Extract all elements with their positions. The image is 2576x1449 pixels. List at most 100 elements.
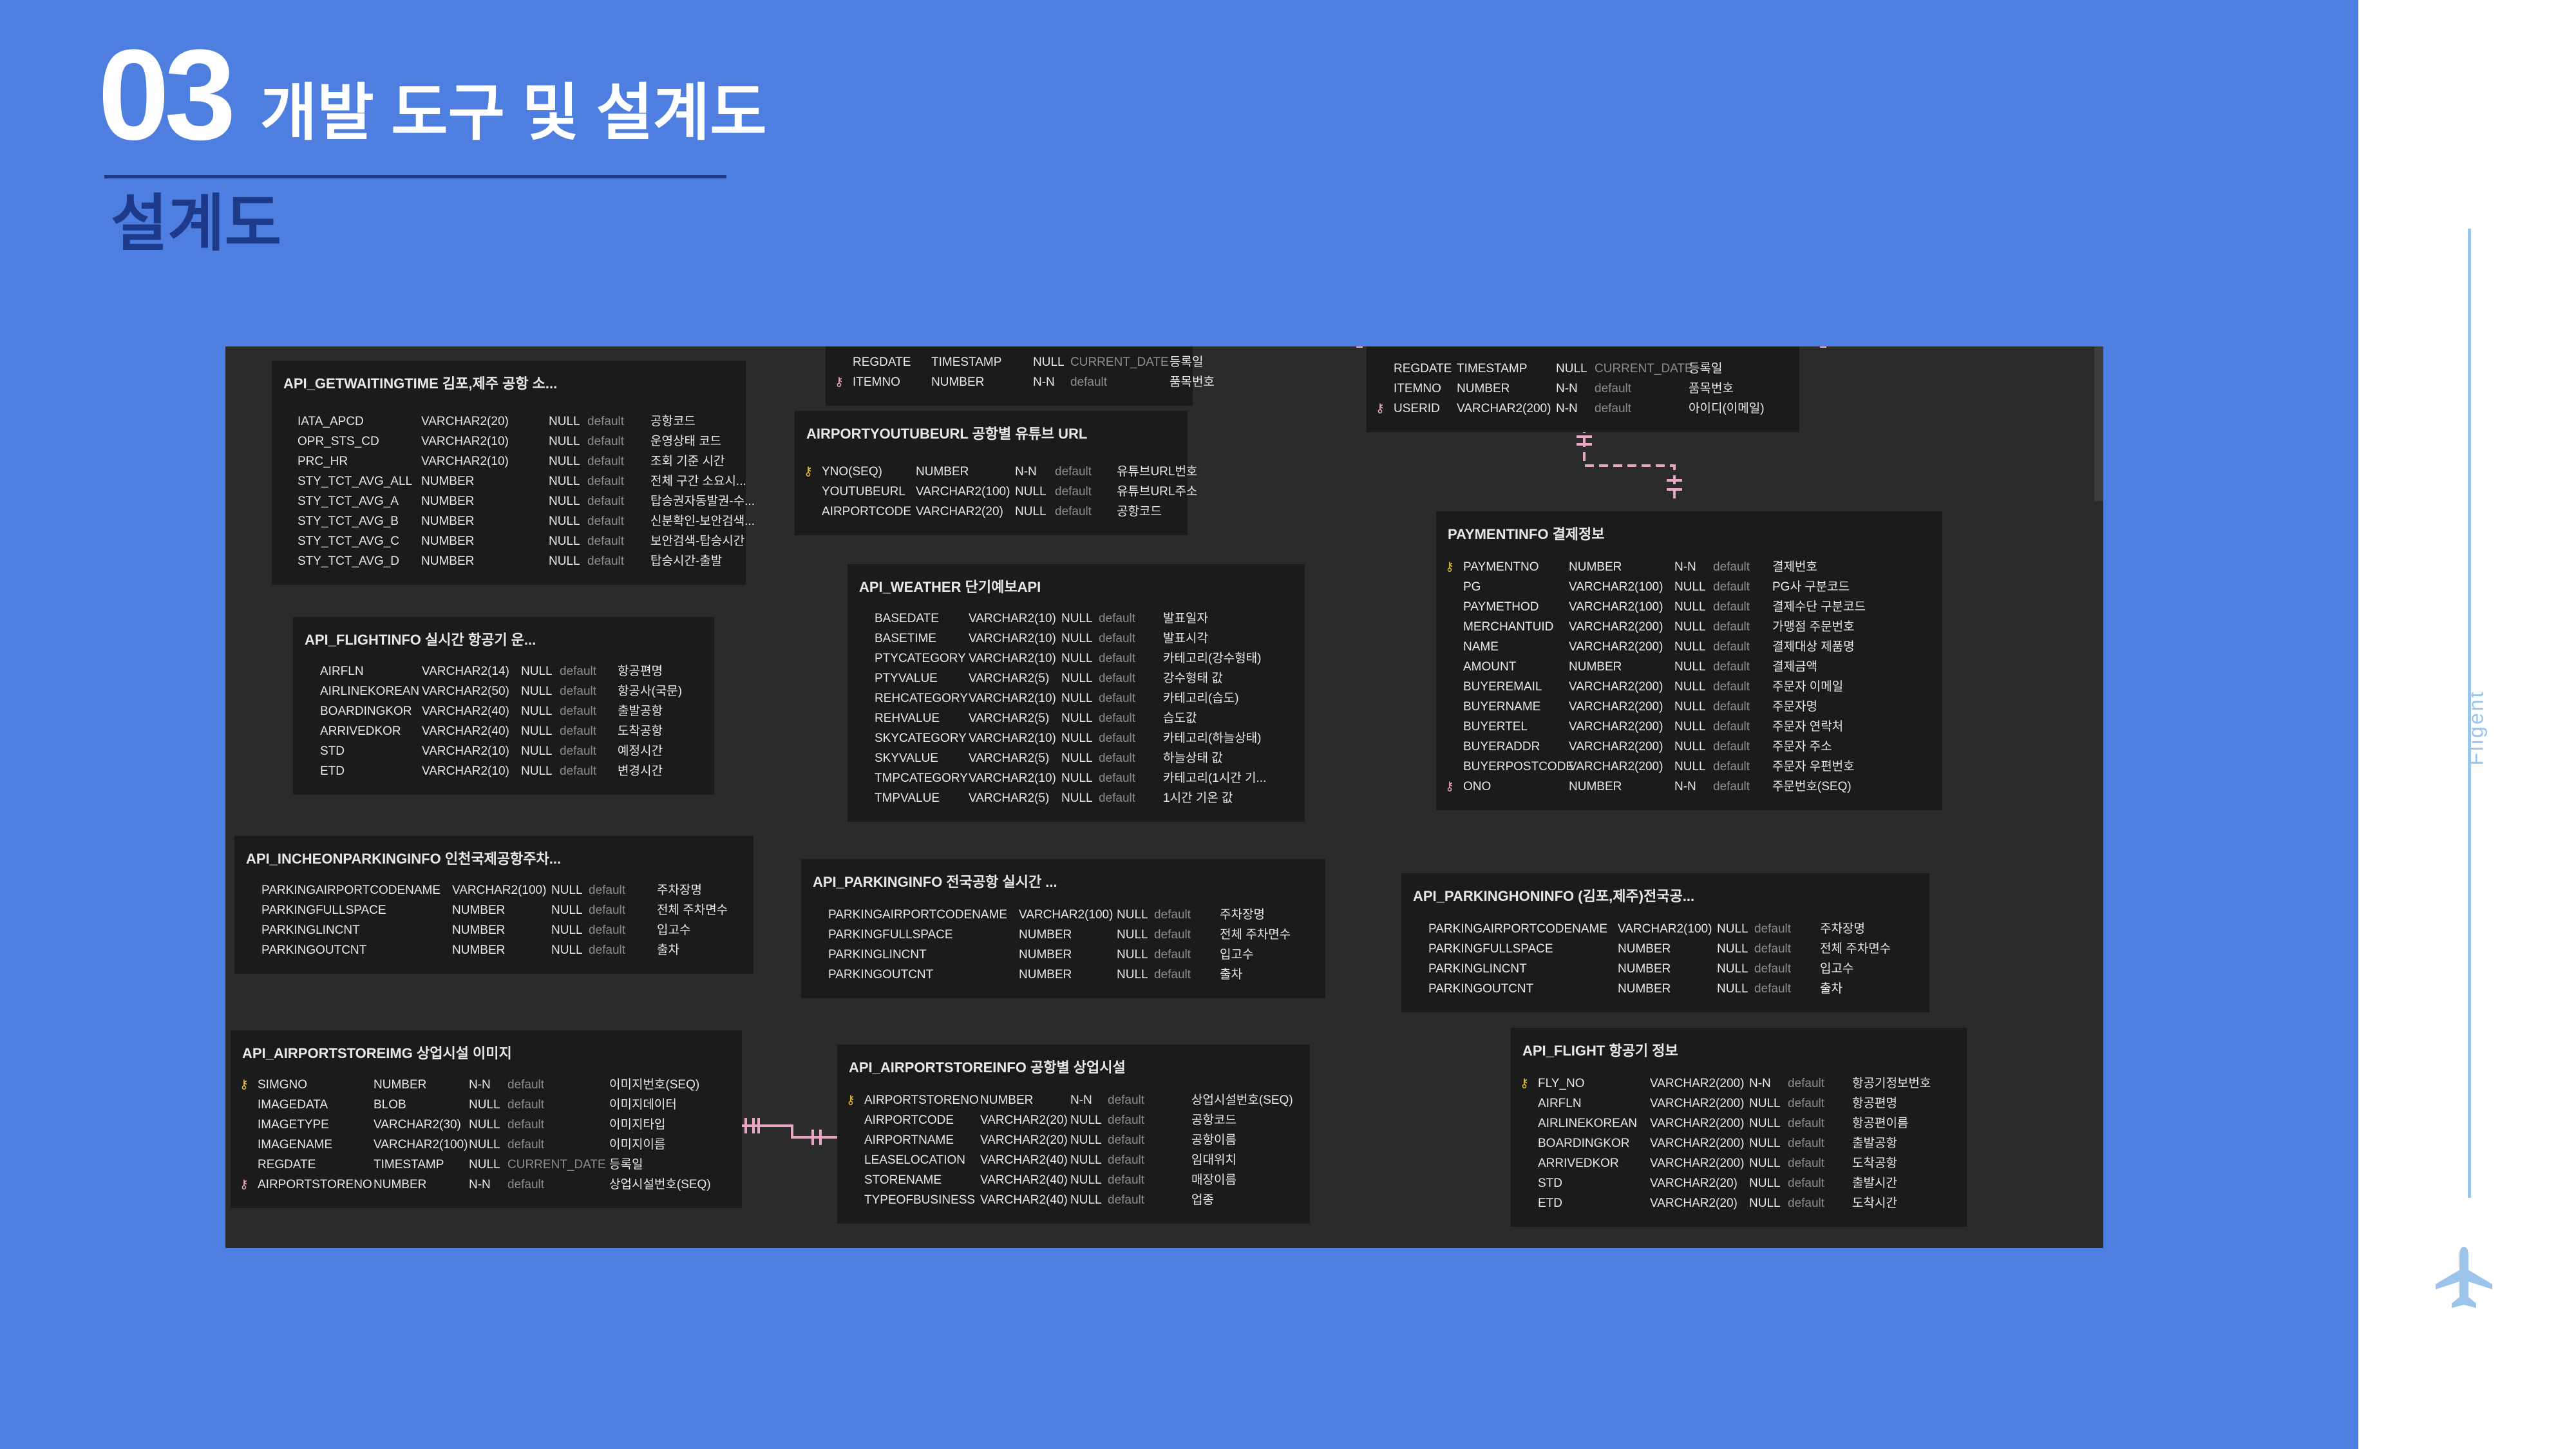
relation-line-payment bbox=[1583, 424, 1676, 501]
table-row[interactable]: ARRIVEDKOR VARCHAR2(200) NULL default 도착공항 bbox=[1511, 1154, 1967, 1173]
column-comment: 매장이름 bbox=[1191, 1173, 1236, 1187]
table-row[interactable]: ARRIVEDKOR VARCHAR2(40) NULL default 도착공항 bbox=[293, 722, 714, 741]
erd-table[interactable]: REGDATE TIMESTAMP NULL CURRENT_DATE 등록일 ITEMN… bbox=[1367, 346, 1799, 432]
table-row[interactable]: AIRLINEKOREAN VARCHAR2(200) NULL default 항공편… bbox=[1511, 1114, 1967, 1133]
table-row[interactable]: AIRPORTCODE VARCHAR2(20) NULL default 공항코드 bbox=[837, 1111, 1310, 1130]
table-row[interactable]: IMAGENAME VARCHAR2(100) NULL default 이미지이름 bbox=[231, 1135, 742, 1155]
erd-table[interactable]: API_AIRPORTSTOREIMG 상업시설 이미지 ⚷ SIMGNO NUMBE… bbox=[231, 1030, 742, 1208]
table-row[interactable]: PARKINGOUTCNT NUMBER NULL default 출차 bbox=[801, 965, 1325, 985]
column-type: VARCHAR2(100) bbox=[1569, 580, 1663, 594]
column-name: PARKINGOUTCNT bbox=[1428, 982, 1534, 996]
table-row[interactable]: BUYERNAME VARCHAR2(200) NULL default 주문자명 bbox=[1436, 697, 1942, 717]
table-row[interactable]: PARKINGLINCNT NUMBER NULL default 입고수 bbox=[1401, 960, 1929, 979]
table-row[interactable]: NAME VARCHAR2(200) NULL default 결제대상 제품명 bbox=[1436, 638, 1942, 657]
table-row[interactable]: AIRFLN VARCHAR2(14) NULL default 항공편명 bbox=[293, 662, 714, 681]
erd-diagram[interactable]: API_GETWAITINGTIME 김포,제주 공항 소... IATA_APC… bbox=[225, 346, 2103, 1248]
table-row[interactable]: AIRFLN VARCHAR2(200) NULL default 항공편명 bbox=[1511, 1094, 1967, 1113]
table-row[interactable]: PARKINGFULLSPACE NUMBER NULL default 전체 주차면수 bbox=[801, 925, 1325, 945]
table-row[interactable]: BUYEREMAIL VARCHAR2(200) NULL default 주문자 이메… bbox=[1436, 677, 1942, 697]
table-row[interactable]: IATA_APCD VARCHAR2(20) NULL default 공항코드 bbox=[272, 412, 746, 431]
table-row[interactable]: PARKINGAIRPORTCODENAME VARCHAR2(100) NULL d… bbox=[1401, 920, 1929, 939]
table-row[interactable]: BUYERADDR VARCHAR2(200) NULL default 주문자 주소 bbox=[1436, 737, 1942, 757]
erd-table[interactable]: AIRPORTYOUTUBEURL 공항별 유튜브 URL ⚷ YNO(SEQ) NU… bbox=[795, 411, 1197, 535]
table-row[interactable]: ITEMNO NUMBER N-N default 품목번호 bbox=[1367, 379, 1799, 399]
table-row[interactable]: ETD VARCHAR2(20) NULL default 도착시간 bbox=[1511, 1194, 1967, 1213]
diagram-scrollbar[interactable] bbox=[2094, 346, 2103, 501]
table-row[interactable]: STD VARCHAR2(10) NULL default 예정시간 bbox=[293, 742, 714, 761]
table-row[interactable]: STY_TCT_AVG_D NUMBER NULL default 탑승시간-출발 bbox=[272, 552, 746, 571]
table-row[interactable]: STORENAME VARCHAR2(40) NULL default 매장이름 bbox=[837, 1171, 1310, 1190]
table-row[interactable]: PARKINGOUTCNT NUMBER NULL default 출차 bbox=[234, 941, 753, 960]
table-row[interactable]: BUYERPOSTCODE VARCHAR2(200) NULL default 주문자… bbox=[1436, 757, 1942, 777]
table-row[interactable]: ETD VARCHAR2(10) NULL default 변경시간 bbox=[293, 762, 714, 781]
table-row[interactable]: AIRPORTNAME VARCHAR2(20) NULL default 공항이름 bbox=[837, 1131, 1310, 1150]
table-row[interactable]: LEASELOCATION VARCHAR2(40) NULL default 임대위치 bbox=[837, 1151, 1310, 1170]
table-row[interactable]: TYPEOFBUSINESS VARCHAR2(40) NULL default 업종 bbox=[837, 1191, 1310, 1210]
table-row[interactable]: PARKINGLINCNT NUMBER NULL default 입고수 bbox=[234, 921, 753, 940]
table-row[interactable]: ⚷ FLY_NO VARCHAR2(200) N-N default 항공기정보번호 bbox=[1511, 1074, 1967, 1094]
table-row[interactable]: REGDATE TIMESTAMP NULL CURRENT_DATE 등록일 bbox=[231, 1155, 742, 1175]
erd-table[interactable]: API_WEATHER 단기예보API BASEDATE VARCHAR2(10) N… bbox=[848, 564, 1305, 822]
table-row[interactable]: ⚷ PAYMENTNO NUMBER N-N default 결제번호 bbox=[1436, 558, 1942, 577]
column-name: NAME bbox=[1463, 640, 1499, 654]
table-row[interactable]: SKYCATEGORY VARCHAR2(10) NULL default 카테고리(하… bbox=[848, 729, 1305, 748]
table-row[interactable]: PARKINGAIRPORTCODENAME VARCHAR2(100) NULL d… bbox=[234, 881, 753, 900]
table-row[interactable]: MERCHANTUID VARCHAR2(200) NULL default 가맹점 주… bbox=[1436, 618, 1942, 637]
table-row[interactable]: OPR_STS_CD VARCHAR2(10) NULL default 운영상태 코드 bbox=[272, 432, 746, 451]
erd-table[interactable]: REGDATE TIMESTAMP NULL CURRENT_DATE 등록일 ⚷ ITEM… bbox=[826, 346, 1215, 406]
table-row[interactable]: AMOUNT NUMBER NULL default 결제금액 bbox=[1436, 658, 1942, 677]
table-row[interactable]: BASETIME VARCHAR2(10) NULL default 발표시각 bbox=[848, 629, 1305, 649]
table-row[interactable]: STY_TCT_AVG_B NUMBER NULL default 신분확인-보안검색.… bbox=[272, 512, 755, 531]
table-row[interactable]: PRC_HR VARCHAR2(10) NULL default 조회 기준 시간 bbox=[272, 452, 746, 471]
table-row[interactable]: ⚷ SIMGNO NUMBER N-N default 이미지번호(SEQ) bbox=[231, 1075, 742, 1095]
table-row[interactable]: YOUTUBEURL VARCHAR2(100) NULL default 유튜브URL… bbox=[795, 482, 1197, 502]
table-row[interactable]: PARKINGAIRPORTCODENAME VARCHAR2(100) NULL d… bbox=[801, 905, 1325, 925]
table-row[interactable]: AIRPORTCODE VARCHAR2(20) NULL default 공항코드 bbox=[795, 502, 1188, 522]
table-row[interactable]: ⚷ USERID VARCHAR2(200) N-N default 아이디(이메일) bbox=[1367, 399, 1799, 419]
column-type: VARCHAR2(10) bbox=[422, 764, 509, 778]
table-row[interactable]: STD VARCHAR2(20) NULL default 출발시간 bbox=[1511, 1174, 1967, 1193]
erd-table[interactable]: PAYMENTINFO 결제정보 ⚷ PAYMENTNO NUMBER N-N defau… bbox=[1436, 511, 1942, 810]
erd-table[interactable]: API_FLIGHT 항공기 정보 ⚷ FLY_NO VARCHAR2(200) N-N… bbox=[1511, 1028, 1967, 1227]
erd-table[interactable]: API_AIRPORTSTOREINFO 공항별 상업시설 ⚷ AIRPORTSTO… bbox=[837, 1045, 1310, 1224]
table-row[interactable]: PTYCATEGORY VARCHAR2(10) NULL default 카테고리(강… bbox=[848, 649, 1305, 668]
table-row[interactable]: STY_TCT_AVG_A NUMBER NULL default 탑승권자동발권-수.… bbox=[272, 492, 755, 511]
table-row[interactable]: AIRLINEKOREAN VARCHAR2(50) NULL default 항공사(… bbox=[293, 682, 714, 701]
table-row[interactable]: TMPVALUE VARCHAR2(5) NULL default 1시간 기온 값 bbox=[848, 789, 1305, 808]
table-row[interactable]: REGDATE TIMESTAMP NULL CURRENT_DATE 등록일 bbox=[1367, 359, 1799, 379]
table-row[interactable]: PG VARCHAR2(100) NULL default PG사 구분코드 bbox=[1436, 578, 1942, 597]
table-row[interactable]: REHVALUE VARCHAR2(5) NULL default 습도값 bbox=[848, 709, 1305, 728]
table-row[interactable]: ⚷ YNO(SEQ) NUMBER N-N default 유튜브URL번호 bbox=[795, 462, 1197, 482]
table-row[interactable]: BASEDATE VARCHAR2(10) NULL default 발표일자 bbox=[848, 609, 1305, 629]
erd-table[interactable]: API_INCHEONPARKINGINFO 인천국제공항주차... PARKIN… bbox=[234, 836, 753, 974]
table-row[interactable]: PARKINGOUTCNT NUMBER NULL default 출차 bbox=[1401, 980, 1929, 999]
erd-table[interactable]: API_PARKINGHONINFO (김포,제주)전국공... PARKINGA… bbox=[1401, 873, 1929, 1012]
column-comment: 이미지타입 bbox=[609, 1118, 666, 1132]
table-row[interactable]: PARKINGFULLSPACE NUMBER NULL default 전체 주차면수 bbox=[234, 901, 753, 920]
table-row[interactable]: PARKINGLINCNT NUMBER NULL default 입고수 bbox=[801, 945, 1325, 965]
table-row[interactable]: ⚷ ONO NUMBER N-N default 주문번호(SEQ) bbox=[1436, 777, 1942, 797]
erd-table[interactable]: API_GETWAITINGTIME 김포,제주 공항 소... IATA_APC… bbox=[272, 361, 755, 585]
airplane-icon bbox=[2436, 1247, 2492, 1308]
table-row[interactable]: BUYERTEL VARCHAR2(200) NULL default 주문자 연락처 bbox=[1436, 717, 1942, 737]
table-row[interactable]: ⚷ ITEMNO NUMBER N-N default 품목번호 bbox=[826, 373, 1215, 392]
table-row[interactable]: PARKINGFULLSPACE NUMBER NULL default 전체 주차면수 bbox=[1401, 940, 1929, 959]
table-row[interactable]: STY_TCT_AVG_C NUMBER NULL default 보안검색-탑승시간 bbox=[272, 532, 746, 551]
erd-table[interactable]: API_PARKINGINFO 전국공항 실시간 ... PARKINGAIRPO… bbox=[801, 859, 1325, 998]
table-row[interactable]: PTYVALUE VARCHAR2(5) NULL default 강수형태 값 bbox=[848, 669, 1305, 688]
table-row[interactable]: SKYVALUE VARCHAR2(5) NULL default 하늘상태 값 bbox=[848, 749, 1305, 768]
table-row[interactable]: ⚷ AIRPORTSTORENO NUMBER N-N default 상업시설번호(SE… bbox=[231, 1175, 742, 1195]
column-nullable: NULL bbox=[1070, 1133, 1102, 1147]
table-row[interactable]: TMPCATEGORY VARCHAR2(10) NULL default 카테고리(1… bbox=[848, 769, 1305, 788]
erd-table[interactable]: API_FLIGHTINFO 실시간 항공기 운... AIRFLN VARCHAR… bbox=[293, 617, 714, 795]
column-type: VARCHAR2(200) bbox=[1569, 740, 1663, 753]
table-row[interactable]: PAYMETHOD VARCHAR2(100) NULL default 결제수단 구분… bbox=[1436, 598, 1942, 617]
table-row[interactable]: ⚷ AIRPORTSTORENO NUMBER N-N default 상업시설번호(SE… bbox=[837, 1091, 1310, 1110]
table-row[interactable]: REHCATEGORY VARCHAR2(10) NULL default 카테고리(습… bbox=[848, 689, 1305, 708]
table-row[interactable]: STY_TCT_AVG_ALL NUMBER NULL default 전체 구간 소요… bbox=[272, 472, 746, 491]
table-row[interactable]: IMAGETYPE VARCHAR2(30) NULL default 이미지타입 bbox=[231, 1115, 742, 1135]
table-row[interactable]: BOARDINGKOR VARCHAR2(200) NULL default 출발공항 bbox=[1511, 1134, 1967, 1153]
table-row[interactable]: BOARDINGKOR VARCHAR2(40) NULL default 출발공항 bbox=[293, 702, 714, 721]
table-row[interactable]: IMAGEDATA BLOB NULL default 이미지데이터 bbox=[231, 1095, 742, 1115]
table-row[interactable]: REGDATE TIMESTAMP NULL CURRENT_DATE 등록일 bbox=[826, 353, 1203, 372]
